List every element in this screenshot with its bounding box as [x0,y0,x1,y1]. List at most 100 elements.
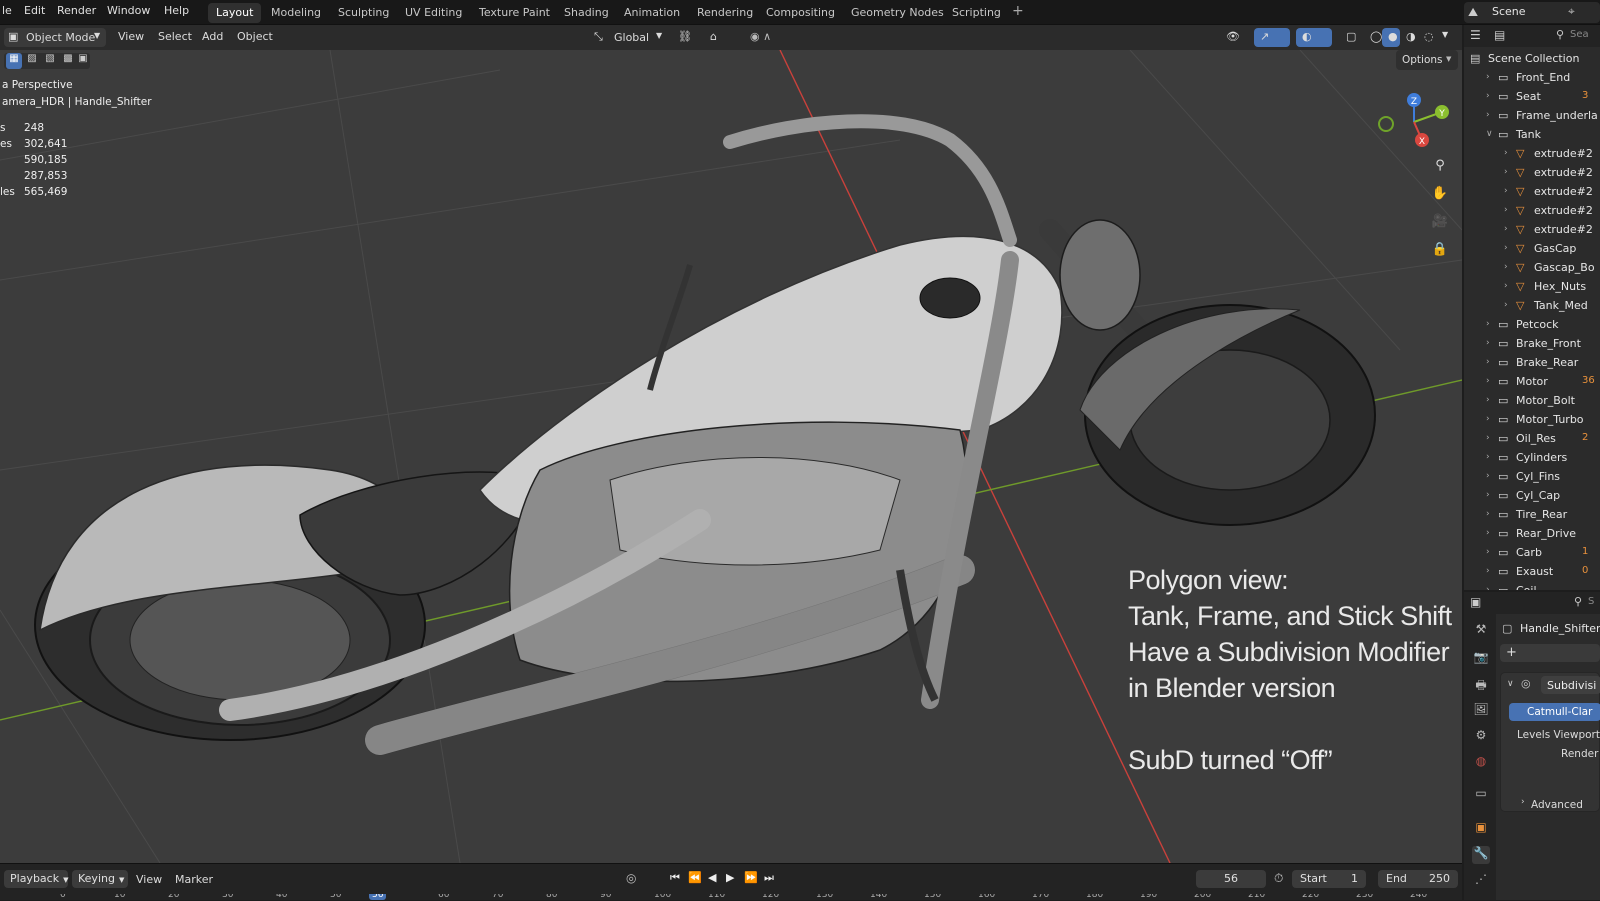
outliner-item[interactable]: › ▭ Cylinders [1464,448,1600,467]
prev-keyframe-icon[interactable]: ⏪ [688,871,702,884]
3d-viewport[interactable]: a Perspective amera_HDR | Handle_Shifter… [0,50,1462,863]
play-icon[interactable]: ▶ [726,871,734,884]
outliner-item[interactable]: › ▽ extrude#2 [1464,163,1600,182]
outliner-item[interactable]: › ▽ extrude#2 [1464,220,1600,239]
xray-icon[interactable]: ▢ [1340,28,1360,47]
chevron-right-icon[interactable]: › [1504,262,1508,272]
outliner-item[interactable]: › ▭ Exaust 0 [1464,562,1600,581]
render-tab-icon[interactable]: 📷 [1472,650,1490,668]
chevron-right-icon[interactable]: › [1486,395,1490,405]
collection-tab-icon[interactable]: ▭ [1472,786,1490,804]
chevron-down-icon[interactable]: ∨ [1486,129,1493,139]
properties-search-input[interactable]: S [1588,596,1594,607]
tab-shading[interactable]: Shading [556,3,617,23]
view-layer-tab-icon[interactable]: 🖼 [1472,702,1490,720]
chevron-right-icon[interactable]: › [1504,186,1508,196]
solid-shading-icon[interactable]: ● [1382,28,1400,47]
outliner-item[interactable]: › ▭ Front_End [1464,68,1600,87]
menu-add[interactable]: Add [196,28,229,47]
visibility-icon[interactable]: 👁 [1220,28,1248,47]
outliner-item[interactable]: › ▭ Cyl_Fins [1464,467,1600,486]
output-tab-icon[interactable]: 🖶 [1472,676,1490,694]
chevron-right-icon[interactable]: › [1486,452,1490,462]
scene-collection-row[interactable]: ▤ Scene Collection [1464,49,1600,68]
modifier-name-field[interactable]: Subdivisi [1541,676,1600,694]
select-extend-icon[interactable]: ▨ [24,53,40,64]
chevron-right-icon[interactable]: › [1504,205,1508,215]
pin-icon[interactable]: ⌖ [1568,4,1575,19]
chevron-right-icon[interactable]: › [1486,72,1490,82]
navigation-gizmo[interactable]: Z Y X [1370,86,1458,156]
outliner-item[interactable]: › ▭ Oil_Res 2 [1464,429,1600,448]
mode-dropdown[interactable]: ▣ Object Mode ▼ [4,28,106,47]
tab-uv-editing[interactable]: UV Editing [397,3,470,23]
menu-select[interactable]: Select [152,28,198,47]
play-reverse-icon[interactable]: ◀ [708,871,716,884]
chevron-right-icon[interactable]: › [1486,509,1490,519]
camera-icon[interactable]: 🎥 [1430,214,1450,234]
outliner-item[interactable]: › ▭ Frame_underla [1464,106,1600,125]
timeline-marker-menu[interactable]: Marker [175,873,213,886]
chevron-right-icon[interactable]: › [1486,110,1490,120]
outliner-item[interactable]: › ▭ Brake_Front [1464,334,1600,353]
menu-object[interactable]: Object [231,28,279,47]
chevron-right-icon[interactable]: › [1486,547,1490,557]
chevron-right-icon[interactable]: › [1486,414,1490,424]
transform-orientation-dropdown[interactable]: ⤡ Global ▼ [592,28,666,47]
gizmo-toggle-icon[interactable]: ↗ [1254,28,1290,47]
outliner-item[interactable]: › ▭ Carb 1 [1464,543,1600,562]
outliner-item[interactable]: › ▭ Tire_Rear [1464,505,1600,524]
outliner-item[interactable]: › ▭ Motor_Turbo [1464,410,1600,429]
tab-scripting[interactable]: Scripting [944,3,1009,23]
outliner-item[interactable]: › ▭ Motor 36 [1464,372,1600,391]
tool-tab-icon[interactable]: ⚒ [1472,622,1490,640]
tab-compositing[interactable]: Compositing [758,3,843,23]
jump-end-icon[interactable]: ⏭ [764,871,774,885]
scene-selector[interactable]: ⛰ Scene ⌖ [1464,2,1600,23]
outliner-item[interactable]: › ▭ Petcock [1464,315,1600,334]
object-tab-icon[interactable]: ▣ [1472,820,1490,838]
scene-tab-icon[interactable]: ⚙ [1472,728,1490,746]
add-modifier-button[interactable]: + [1500,644,1600,662]
outliner-item[interactable]: › ▭ Coil [1464,581,1600,590]
tab-rendering[interactable]: Rendering [689,3,761,23]
outliner-search-input[interactable]: Sea [1570,29,1589,40]
outliner-item[interactable]: › ▽ Tank_Med [1464,296,1600,315]
chevron-right-icon[interactable]: › [1486,528,1490,538]
start-frame-field[interactable]: Start 1 [1292,870,1366,888]
outliner-item[interactable]: › ▭ Seat 3 [1464,87,1600,106]
menu-window[interactable]: Window [107,4,150,17]
pivot-point-icon[interactable]: ⛓ [672,28,700,47]
end-frame-field[interactable]: End 250 [1378,870,1458,888]
outliner-item[interactable]: › ▭ Cyl_Cap [1464,486,1600,505]
tab-sculpting[interactable]: Sculpting [330,3,397,23]
jump-start-icon[interactable]: ⏮ [670,871,680,885]
world-tab-icon[interactable]: ◍ [1472,754,1490,772]
menu-file[interactable]: le [2,4,12,17]
current-frame-field[interactable]: 56 [1196,870,1266,888]
chevron-right-icon[interactable]: › [1486,319,1490,329]
chevron-right-icon[interactable]: › [1504,148,1508,158]
wireframe-shading-icon[interactable]: ◯ [1364,28,1382,47]
lock-icon[interactable]: 🔒 [1430,242,1450,262]
next-keyframe-icon[interactable]: ⏩ [744,871,758,884]
add-workspace-button[interactable]: + [1012,3,1024,19]
algorithm-catmull-clark-button[interactable]: Catmull-Clar [1509,703,1600,721]
tab-geometry-nodes[interactable]: Geometry Nodes [843,3,952,23]
tab-animation[interactable]: Animation [616,3,688,23]
chevron-right-icon[interactable]: › [1486,471,1490,481]
keyframe-record-icon[interactable]: ◎ [626,871,636,885]
collapse-chevron-icon[interactable]: ∨ [1507,679,1514,689]
select-invert-icon[interactable]: ▩ [60,53,76,64]
outliner-item[interactable]: › ▽ GasCap [1464,239,1600,258]
pan-hand-icon[interactable]: ✋ [1430,186,1450,206]
rendered-shading-icon[interactable]: ◌ [1418,28,1436,47]
snap-icon[interactable]: ⌂ [704,28,740,47]
chevron-right-icon[interactable]: › [1486,338,1490,348]
menu-render[interactable]: Render [57,4,96,17]
modifier-tab-icon[interactable]: 🔧 [1472,846,1490,864]
playback-dropdown[interactable]: Playback ▼ [4,870,68,888]
outliner-item[interactable]: › ▽ Gascap_Bo [1464,258,1600,277]
chevron-right-icon[interactable]: › [1486,91,1490,101]
outliner-item[interactable]: › ▽ extrude#2 [1464,201,1600,220]
